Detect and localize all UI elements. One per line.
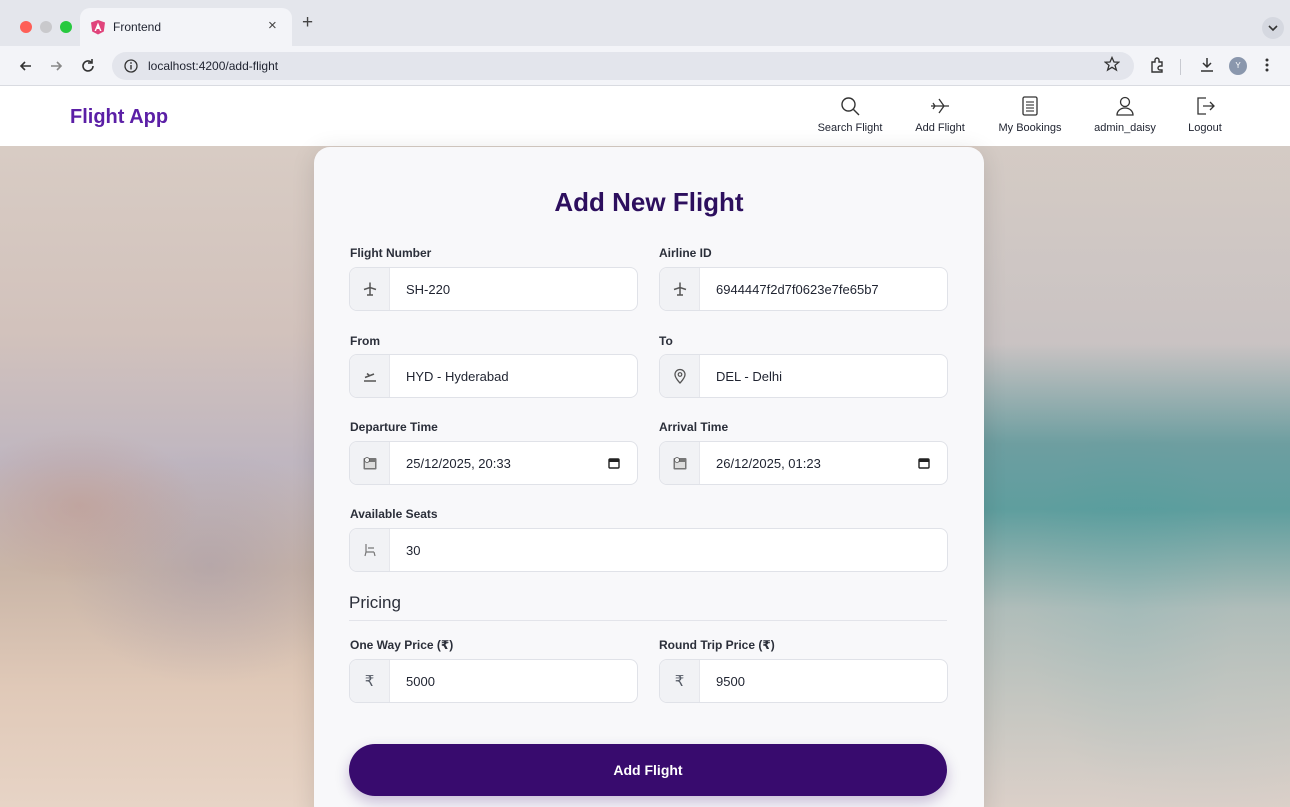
from-input[interactable]: HYD - Hyderabad [349,354,638,398]
logout-icon [1197,97,1215,115]
document-icon [1022,96,1038,116]
url-text: localhost:4200/add-flight [148,59,279,73]
page-title: Add New Flight [554,187,744,217]
site-info-icon[interactable] [124,59,138,73]
add-flight-card: Add New Flight Flight Number SH-220 Airl… [314,147,984,807]
tab-search-button[interactable] [1262,17,1284,39]
nav-add-flight[interactable]: Add Flight [908,95,972,134]
nav-my-bookings[interactable]: My Bookings [994,95,1066,134]
nav-label: Search Flight [817,122,883,134]
address-bar[interactable]: localhost:4200/add-flight [112,52,1134,80]
departure-time-input[interactable]: 25/12/2025, 20:33 [349,441,638,485]
airline-id-input[interactable]: 6944447f2d7f0623e7fe65b7 [659,267,948,311]
airplane-icon [931,98,949,114]
window-maximize-button[interactable] [60,21,72,33]
new-tab-icon[interactable]: + [302,13,313,32]
available-seats-input[interactable]: 30 [349,528,948,572]
angular-favicon-icon [91,20,105,35]
round-trip-price-input[interactable]: ₹ 9500 [659,659,948,703]
browser-toolbar: localhost:4200/add-flight Y [0,46,1290,86]
add-flight-button[interactable]: Add Flight [349,744,947,796]
one-way-price-value: 5000 [406,674,435,689]
to-value: DEL - Delhi [716,369,782,384]
calendar-picker-icon[interactable] [608,457,620,469]
clock-calendar-icon [660,442,700,484]
profile-avatar[interactable]: Y [1229,57,1247,75]
airplane-icon [350,268,390,310]
calendar-picker-icon[interactable] [918,457,930,469]
browser-tab[interactable]: Frontend × [80,8,292,46]
flight-number-label: Flight Number [350,246,432,260]
close-tab-icon[interactable]: × [268,17,277,35]
reload-icon[interactable] [78,56,98,76]
tab-title: Frontend [113,20,162,34]
nav-search-flight[interactable]: Search Flight [814,95,886,134]
rupee-icon: ₹ [350,660,390,702]
nav-user-profile[interactable]: admin_daisy [1090,95,1160,134]
available-seats-value: 30 [406,543,421,558]
rupee-icon: ₹ [660,660,700,702]
location-pin-icon [660,355,700,397]
available-seats-label: Available Seats [350,507,438,521]
airplane-icon [660,268,700,310]
airline-id-label: Airline ID [659,246,712,260]
one-way-price-label: One Way Price (₹) [350,638,454,652]
window-minimize-button[interactable] [40,21,52,33]
back-arrow-icon[interactable] [16,56,36,76]
pricing-section-title: Pricing [349,593,401,612]
bookmark-star-icon[interactable] [1104,56,1120,72]
chevron-down-icon [1268,25,1278,32]
toolbar-divider [1180,59,1181,75]
more-menu-icon[interactable] [1264,56,1270,74]
from-value: HYD - Hyderabad [406,369,509,384]
departure-time-value: 25/12/2025, 20:33 [406,456,511,471]
extensions-icon[interactable] [1148,56,1166,74]
flight-number-value: SH-220 [406,282,451,297]
brand-logo[interactable]: Flight App [70,106,168,129]
nav-logout[interactable]: Logout [1182,95,1228,134]
browser-tab-bar: Frontend × + [0,0,1290,46]
window-close-button[interactable] [20,21,32,33]
app-header: Flight App Search Flight Add Flight My B… [0,86,1290,146]
arrival-time-input[interactable]: 26/12/2025, 01:23 [659,441,948,485]
flight-number-input[interactable]: SH-220 [349,267,638,311]
nav-label: My Bookings [998,122,1062,134]
arrival-time-label: Arrival Time [659,420,729,434]
clock-calendar-icon [350,442,390,484]
nav-label: Add Flight [915,122,965,134]
arrival-time-value: 26/12/2025, 01:23 [716,456,821,471]
background-sea [980,146,1290,807]
airline-id-value: 6944447f2d7f0623e7fe65b7 [716,282,879,297]
from-label: From [350,334,380,348]
search-icon [841,97,860,116]
nav-label: admin_daisy [1094,122,1156,134]
forward-arrow-icon[interactable] [46,56,66,76]
takeoff-icon [350,355,390,397]
download-icon[interactable] [1198,56,1216,74]
round-trip-price-value: 9500 [716,674,745,689]
one-way-price-input[interactable]: ₹ 5000 [349,659,638,703]
to-input[interactable]: DEL - Delhi [659,354,948,398]
to-label: To [659,334,673,348]
seat-icon [350,529,390,571]
user-icon [1116,96,1134,116]
nav-label: Logout [1188,122,1222,134]
round-trip-price-label: Round Trip Price (₹) [659,638,775,652]
departure-time-label: Departure Time [350,420,438,434]
section-divider [349,620,947,621]
